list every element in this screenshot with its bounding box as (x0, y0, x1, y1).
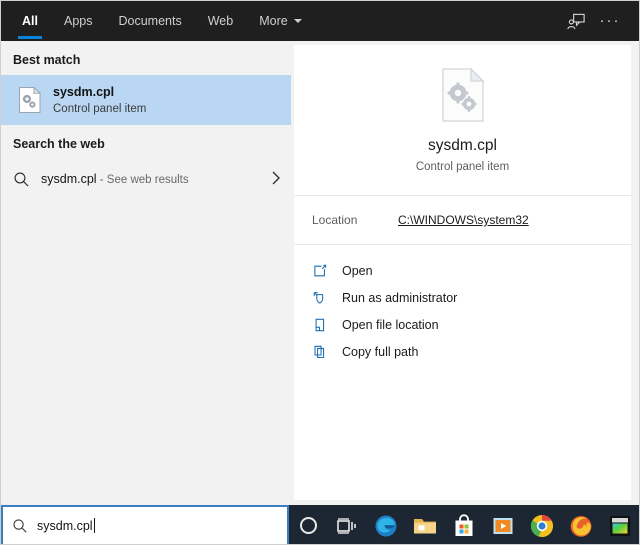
action-run-as-administrator-label: Run as administrator (342, 291, 457, 305)
taskbar-item-movies-tv[interactable] (483, 505, 522, 545)
firefox-icon (569, 514, 593, 538)
preview-header: sysdm.cpl Control panel item (294, 45, 631, 173)
action-open-label: Open (342, 264, 373, 278)
action-open-file-location[interactable]: Open file location (294, 311, 631, 338)
cpl-gears-file-icon-large (294, 67, 631, 123)
tab-all-label: All (22, 14, 38, 28)
action-open-file-location-label: Open file location (342, 318, 439, 332)
chevron-right-icon[interactable] (271, 170, 281, 188)
preview-actions: Open Run as administrator (294, 245, 631, 365)
tab-apps-label: Apps (64, 14, 93, 28)
best-match-subtitle: Control panel item (53, 101, 146, 117)
text-cursor (94, 518, 95, 533)
search-icon (3, 518, 37, 534)
best-match-result-sysdm-cpl[interactable]: sysdm.cpl Control panel item (1, 75, 291, 125)
tab-more-label: More (259, 14, 287, 28)
taskbar-item-edge[interactable] (367, 505, 406, 545)
copy-pages-icon (312, 344, 338, 360)
folder-file-icon (312, 317, 338, 333)
tab-more[interactable]: More (246, 1, 314, 41)
taskbar-item-firefox[interactable] (561, 505, 600, 545)
taskbar-item-microsoft-store[interactable] (445, 505, 484, 545)
feedback-person-icon[interactable] (559, 4, 593, 38)
tab-documents[interactable]: Documents (105, 1, 194, 41)
tab-web[interactable]: Web (195, 1, 246, 41)
chrome-icon (530, 514, 554, 538)
action-open[interactable]: Open (294, 257, 631, 284)
search-filter-tabs: All Apps Documents Web More (9, 1, 315, 41)
preview-subtitle: Control panel item (294, 161, 631, 173)
media-app-icon (608, 514, 632, 538)
cortana-icon (300, 517, 317, 534)
action-run-as-administrator[interactable]: Run as administrator (294, 284, 631, 311)
location-label: Location (312, 213, 398, 227)
search-header: All Apps Documents Web More (1, 1, 639, 41)
edge-icon (374, 514, 398, 538)
tab-apps[interactable]: Apps (51, 1, 106, 41)
taskbar-search-box[interactable]: sysdm.cpl (1, 505, 289, 545)
open-external-icon (312, 263, 338, 279)
tab-documents-label: Documents (118, 14, 181, 28)
chevron-down-icon (294, 19, 302, 23)
taskbar-item-cortana[interactable] (289, 505, 328, 545)
taskbar-item-chrome[interactable] (522, 505, 561, 545)
web-result-query: sysdm.cpl (41, 172, 97, 186)
taskbar (289, 505, 639, 545)
tab-all[interactable]: All (9, 1, 51, 41)
taskbar-item-file-explorer[interactable] (406, 505, 445, 545)
more-options-button[interactable]: ··· (593, 4, 627, 38)
best-match-header: Best match (1, 41, 291, 75)
search-input-text[interactable]: sysdm.cpl (37, 518, 95, 533)
task-view-icon (336, 516, 358, 536)
ellipsis-icon: ··· (600, 16, 621, 26)
microsoft-store-icon (453, 514, 475, 538)
shield-icon (312, 290, 338, 306)
cpl-gears-file-icon (13, 86, 47, 114)
preview-title: sysdm.cpl (294, 137, 631, 155)
preview-pane: sysdm.cpl Control panel item Location C:… (294, 45, 631, 500)
search-input-value: sysdm.cpl (37, 519, 93, 533)
location-row: Location C:\WINDOWS\system32 (294, 196, 631, 244)
movies-tv-icon (491, 515, 515, 537)
windows-search-flyout: All Apps Documents Web More (0, 0, 640, 545)
search-icon (13, 171, 41, 188)
taskbar-item-task-view[interactable] (328, 505, 367, 545)
action-copy-full-path-label: Copy full path (342, 345, 418, 359)
best-match-title: sysdm.cpl (53, 84, 146, 100)
web-result-row[interactable]: sysdm.cpl - See web results (1, 159, 291, 199)
tab-web-label: Web (208, 14, 233, 28)
results-panel: Best match sysdm.cpl Control panel item (1, 41, 291, 504)
taskbar-item-media-app[interactable] (600, 505, 639, 545)
web-result-label: sysdm.cpl - See web results (41, 172, 189, 186)
search-web-header: Search the web (1, 125, 291, 159)
web-result-suffix: - See web results (97, 174, 189, 186)
best-match-text: sysdm.cpl Control panel item (53, 84, 146, 117)
action-copy-full-path[interactable]: Copy full path (294, 338, 631, 365)
header-actions: ··· (559, 1, 639, 41)
file-explorer-icon (412, 515, 438, 537)
location-path-link[interactable]: C:\WINDOWS\system32 (398, 213, 529, 227)
